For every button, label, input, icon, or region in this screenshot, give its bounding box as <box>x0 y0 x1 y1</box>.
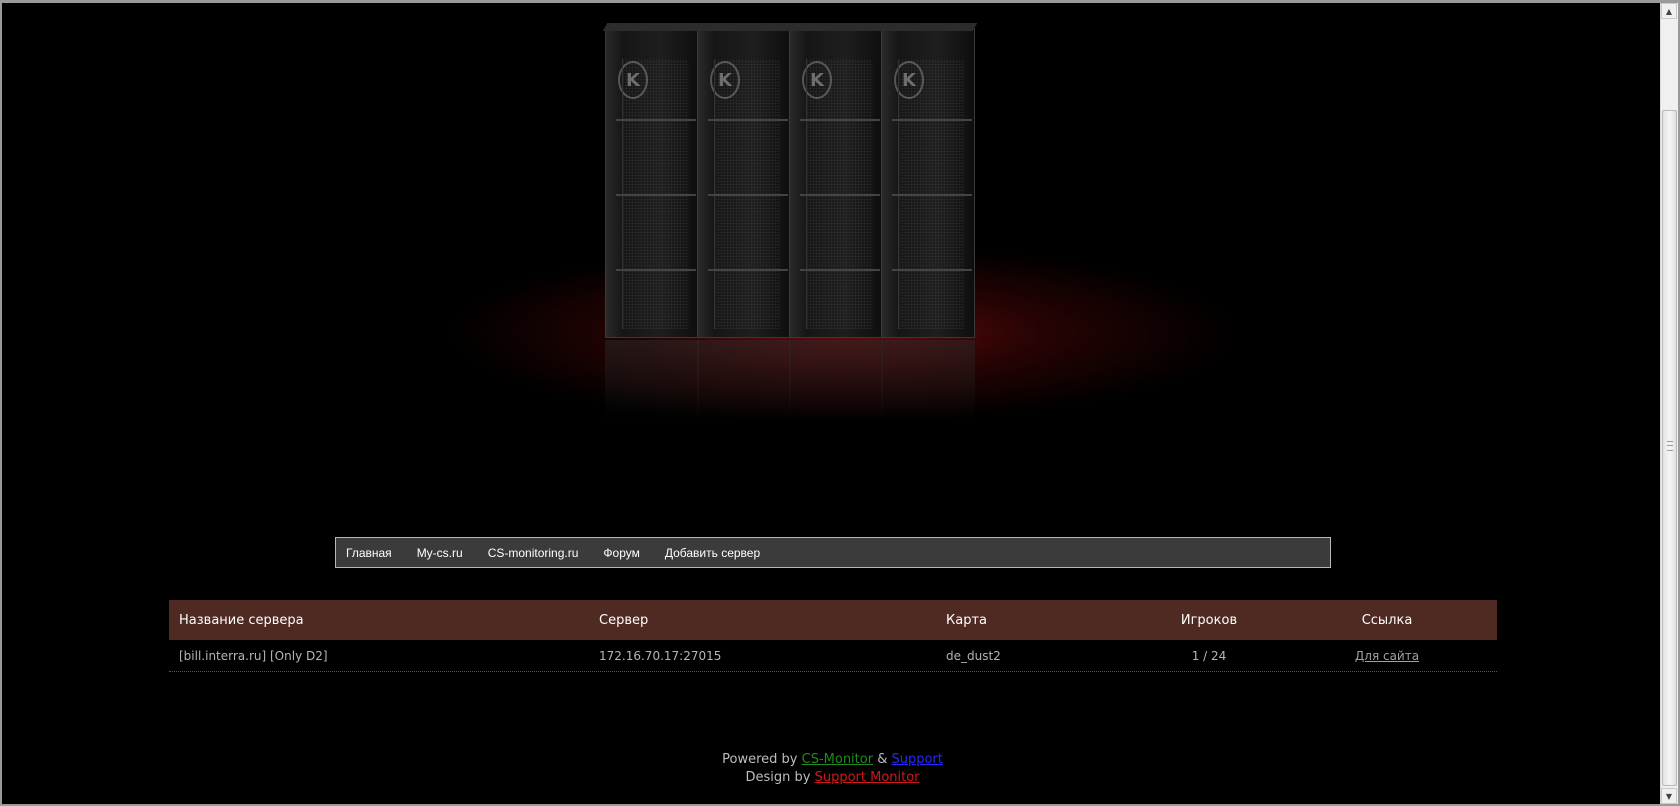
for-site-link[interactable]: Для сайта <box>1355 649 1419 663</box>
footer-design-line: Design by Support Monitor <box>2 769 1663 787</box>
rack-reflection <box>881 340 975 420</box>
support-link[interactable]: Support <box>891 752 942 767</box>
vertical-scrollbar[interactable]: ▲ ▼ <box>1660 3 1678 804</box>
scrollbar-thumb[interactable] <box>1662 110 1677 786</box>
header-banner: K K K <box>2 3 1663 533</box>
scroll-down-arrow-icon[interactable]: ▼ <box>1661 788 1677 804</box>
row-link-cell: Для сайта <box>1337 640 1437 671</box>
browser-window: K K K <box>0 0 1680 806</box>
support-monitor-link[interactable]: Support Monitor <box>815 770 920 785</box>
server-rack-icon: K <box>602 23 702 338</box>
nav-forum[interactable]: Форум <box>603 546 639 560</box>
ampersand-text: & <box>877 752 888 767</box>
server-rack-icon: K <box>694 23 794 338</box>
nav-add-server[interactable]: Добавить сервер <box>665 546 760 560</box>
rack-reflection <box>605 340 699 420</box>
header-link: Ссылка <box>1361 612 1413 628</box>
header-server-address: Сервер <box>599 612 649 628</box>
rack-reflection <box>789 340 883 420</box>
server-rack-icon: K <box>786 23 886 338</box>
header-players: Игроков <box>1180 612 1238 628</box>
row-server-name: [bill.interra.ru] [Only D2] <box>179 648 328 663</box>
rack-reflection <box>697 340 791 420</box>
design-by-text: Design by <box>745 770 811 785</box>
header-map: Карта <box>946 612 987 628</box>
table-row: [bill.interra.ru] [Only D2] 172.16.70.17… <box>169 640 1497 672</box>
server-rack-icon: K <box>878 23 978 338</box>
nav-home[interactable]: Главная <box>346 546 392 560</box>
footer-powered-line: Powered by CS-Monitor & Support <box>2 751 1663 769</box>
server-table: Название сервера Сервер Карта Игроков Сс… <box>169 600 1497 672</box>
cs-monitor-link[interactable]: CS-Monitor <box>802 752 873 767</box>
scroll-up-arrow-icon[interactable]: ▲ <box>1661 3 1677 19</box>
page-viewport: K K K <box>2 3 1663 804</box>
row-server-address: 172.16.70.17:27015 <box>599 648 722 663</box>
table-header: Название сервера Сервер Карта Игроков Сс… <box>169 600 1497 640</box>
nav-my-cs[interactable]: My-cs.ru <box>417 546 463 560</box>
main-nav: Главная My-cs.ru CS-monitoring.ru Форум … <box>335 537 1331 568</box>
row-players: 1 / 24 <box>1191 648 1227 663</box>
nav-cs-monitoring[interactable]: CS-monitoring.ru <box>488 546 579 560</box>
header-server-name: Название сервера <box>179 612 304 628</box>
grip-icon <box>1667 441 1673 451</box>
row-map: de_dust2 <box>946 648 1001 663</box>
footer: Powered by CS-Monitor & Support Design b… <box>2 751 1663 787</box>
powered-by-text: Powered by <box>722 752 798 767</box>
